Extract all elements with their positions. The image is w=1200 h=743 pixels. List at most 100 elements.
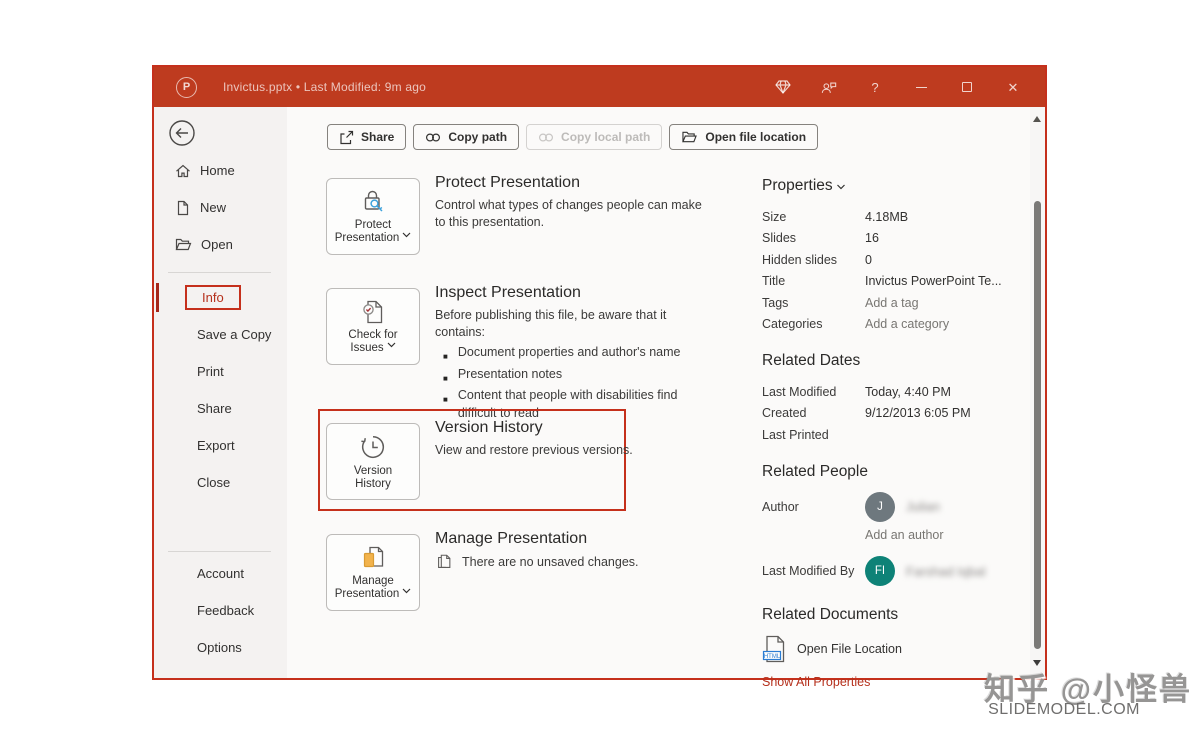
last-modified-by-person[interactable]: FI Farshad Iqbal (865, 556, 986, 586)
help-icon[interactable]: ? (867, 79, 883, 95)
section-title: Protect Presentation (435, 174, 725, 192)
sidebar-item-new[interactable]: New (154, 189, 287, 226)
date-label: Last Modified (762, 385, 865, 399)
feedback-people-icon[interactable] (821, 79, 837, 95)
window-title: Invictus.pptx • Last Modified: 9m ago (223, 80, 426, 94)
backstage-sidebar: Home New Open Info Save a Copy Print (154, 107, 287, 678)
sidebar-item-label: Share (197, 401, 232, 416)
link-icon (538, 131, 554, 144)
add-author-field[interactable]: Add an author (865, 528, 944, 542)
minimize-button[interactable] (913, 79, 929, 95)
open-file-location-button[interactable]: Open file location (669, 124, 818, 150)
version-history-section: Version History View and restore previou… (435, 419, 725, 459)
section-title: Version History (435, 419, 725, 437)
sidebar-item-label: Close (197, 475, 230, 490)
inspect-bullet: ■Document properties and author's name (435, 344, 707, 366)
sidebar-item-close[interactable]: Close (154, 464, 287, 501)
scroll-down-arrow[interactable] (1033, 660, 1041, 666)
sidebar-divider (168, 272, 271, 273)
bullet-icon: ■ (443, 348, 448, 366)
property-label: Slides (762, 231, 865, 245)
inspect-presentation-section: Inspect Presentation Before publishing t… (435, 284, 725, 422)
button-label: Presentation (335, 588, 412, 602)
property-value[interactable]: Invictus PowerPoint Te... (865, 274, 1002, 288)
info-pane: Share Copy path Copy local path Open fil… (287, 107, 1045, 678)
share-button[interactable]: Share (327, 124, 406, 150)
open-folder-icon (175, 237, 192, 252)
sidebar-item-label: Save a Copy (197, 327, 271, 342)
button-label: Issues (350, 342, 395, 356)
vertical-scrollbar[interactable] (1030, 107, 1045, 678)
property-label: Tags (762, 296, 865, 310)
property-value: 0 (865, 253, 872, 267)
property-row: TagsAdd a tag (762, 292, 1040, 314)
button-label: Check for (348, 329, 397, 343)
sidebar-item-options[interactable]: Options (154, 629, 287, 666)
bullet-icon: ■ (443, 391, 448, 422)
section-title: Inspect Presentation (435, 284, 725, 302)
section-description: View and restore previous versions. (435, 442, 707, 459)
sidebar-item-print[interactable]: Print (154, 353, 287, 390)
sidebar-item-open[interactable]: Open (154, 226, 287, 263)
last-modified-by-label: Last Modified By (762, 556, 865, 578)
manage-presentation-section: Manage Presentation There are no unsaved… (435, 530, 725, 571)
copy-local-path-button[interactable]: Copy local path (526, 124, 662, 150)
inspect-bullet: ■Content that people with disabilities f… (435, 387, 707, 422)
property-row: Size4.18MB (762, 206, 1040, 228)
last-modified-by-avatar: FI (865, 556, 895, 586)
protect-presentation-button[interactable]: Protect Presentation (326, 178, 420, 255)
scrollbar-thumb[interactable] (1034, 201, 1041, 649)
quick-actions-toolbar: Share Copy path Copy local path Open fil… (327, 124, 818, 150)
button-label: Manage (352, 575, 394, 589)
copy-path-button[interactable]: Copy path (413, 124, 519, 150)
author-person[interactable]: J Julian (865, 492, 940, 522)
sidebar-item-info[interactable]: Info (154, 279, 287, 316)
date-label: Created (762, 406, 865, 420)
open-file-location-link[interactable]: HTML Open File Location (762, 635, 1040, 663)
sidebar-item-feedback[interactable]: Feedback (154, 592, 287, 629)
back-button[interactable] (168, 119, 196, 147)
sidebar-item-share[interactable]: Share (154, 390, 287, 427)
add-tag-field[interactable]: Add a tag (865, 296, 919, 310)
chevron-down-icon (402, 232, 411, 238)
manage-presentation-icon (358, 544, 388, 572)
premium-gem-icon[interactable] (775, 79, 791, 95)
property-value: 4.18MB (865, 210, 908, 224)
sidebar-item-save-a-copy[interactable]: Save a Copy (154, 316, 287, 353)
scroll-up-arrow[interactable] (1033, 116, 1041, 122)
button-label: Copy local path (561, 130, 650, 144)
sidebar-item-home[interactable]: Home (154, 152, 287, 189)
property-row: CategoriesAdd a category (762, 314, 1040, 336)
version-history-button[interactable]: Version History (326, 423, 420, 500)
chevron-down-icon (387, 342, 396, 348)
properties-heading[interactable]: Properties (762, 177, 1040, 195)
sidebar-item-label: New (200, 200, 226, 215)
last-modified-by-row: Last Modified By FI Farshad Iqbal (762, 556, 1040, 589)
folder-icon (681, 130, 698, 144)
sidebar-item-export[interactable]: Export (154, 427, 287, 464)
button-label: Protect (355, 219, 391, 233)
show-all-properties-link[interactable]: Show All Properties (762, 675, 1040, 689)
close-button[interactable]: ✕ (1005, 79, 1021, 95)
property-value: 16 (865, 231, 879, 245)
property-label: Categories (762, 317, 865, 331)
property-label: Size (762, 210, 865, 224)
sidebar-item-account[interactable]: Account (154, 555, 287, 592)
property-row: Slides16 (762, 228, 1040, 250)
lock-key-icon (358, 188, 388, 216)
button-label: History (355, 478, 391, 492)
maximize-button[interactable] (959, 79, 975, 95)
selection-indicator (156, 283, 159, 312)
powerpoint-app-icon: P (176, 77, 197, 98)
manage-presentation-button[interactable]: Manage Presentation (326, 534, 420, 611)
author-label: Author (762, 492, 865, 514)
property-row: Hidden slides0 (762, 249, 1040, 271)
inspect-bullet: ■Presentation notes (435, 366, 707, 388)
chevron-down-icon (836, 184, 846, 190)
watermark-slidemodel: SLIDEMODEL.COM (984, 701, 1140, 719)
button-label: Copy path (448, 130, 507, 144)
protect-presentation-section: Protect Presentation Control what types … (435, 174, 725, 231)
check-for-issues-button[interactable]: Check for Issues (326, 288, 420, 365)
button-label: Version (354, 465, 392, 479)
add-category-field[interactable]: Add a category (865, 317, 949, 331)
